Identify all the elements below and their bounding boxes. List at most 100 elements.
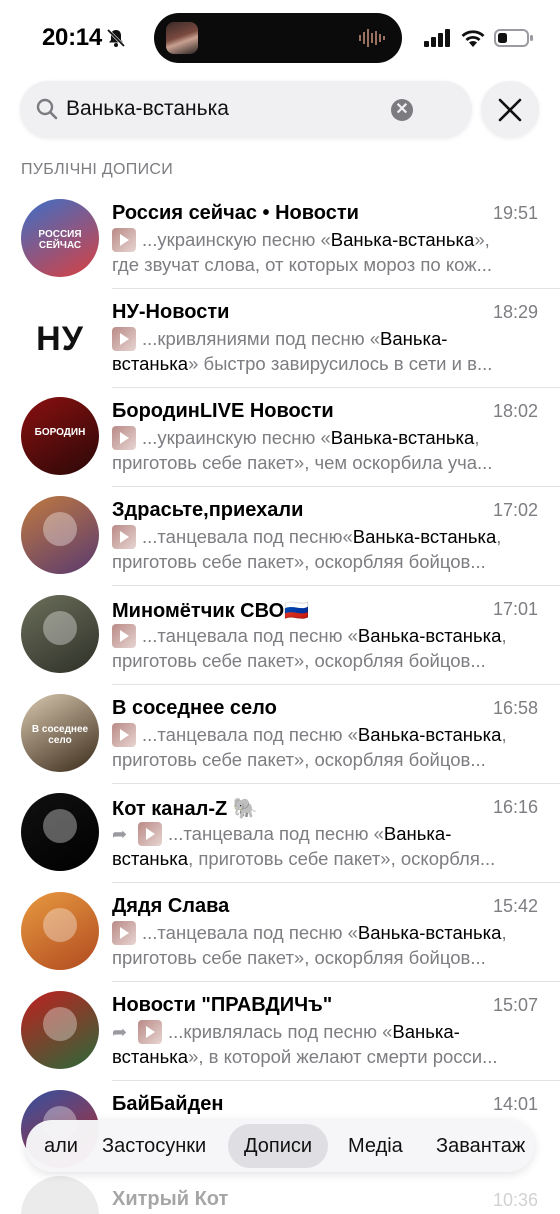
avatar [21,595,99,673]
row-name: БайБайден [112,1093,224,1115]
snippet-text: ...танцевала под песню « [142,724,358,745]
now-playing-thumbnail [166,22,198,54]
play-thumbnail-icon [112,921,136,945]
close-icon [498,98,522,121]
row-snippet-line1: ...танцевала под песню «Ванька-встанька, [112,921,507,945]
avatar-label: БОРОДИН [34,427,86,438]
avatar-face [43,611,77,645]
snippet-text: ...танцевала под песню « [142,625,358,646]
snippet-text: », в которой желают смерти росси... [188,1046,498,1067]
snippet-text: , [496,526,502,547]
close-button[interactable] [481,81,539,138]
snippet-text: », [474,229,490,250]
play-thumbnail-icon [138,822,162,846]
row-name: Дядя Слава [112,895,230,917]
list-item[interactable]: В соседнее село В соседнее село 16:58 ...та… [0,685,560,784]
avatar-label: НУ [36,320,84,358]
row-name: БородинLIVE Новости [112,400,334,422]
row-name: Кот канал-Z 🐘 [112,798,258,820]
tab-apps[interactable]: Застосунки [102,1120,206,1172]
section-title: ПУБЛІЧНІ ДОПИСИ [21,161,174,178]
row-snippet-line1: ...танцевала под песню« Ванька-встанька, [112,525,501,549]
results-list: РОССИЯ СЕЙЧАС Россия сейчас • Новости 19:5… [0,190,560,1180]
status-time: 20:14 [42,24,102,51]
row-time: 19:51 [492,203,538,223]
status-icons [424,26,534,50]
snippet-highlight: Ванька-встанька [357,724,502,745]
list-item[interactable]: РОССИЯ СЕЙЧАС Россия сейчас • Новости 19:5… [0,190,560,289]
list-item[interactable]: Дядя Слава 15:42 ...танцевала под песню «В… [0,883,560,982]
snippet-text: , приготовь себе пакет», оскорбля... [188,848,496,869]
row-time: 17:01 [492,599,538,619]
row-snippet-line1: ➦ ...танцевала под песню «Ванька- [112,822,451,846]
row-name: Хитрый Кот [112,1188,229,1210]
list-item[interactable]: Кот канал-Z 🐘 16:16 ➦ ...танцевала под песн… [0,784,560,883]
play-thumbnail-icon [112,525,136,549]
avatar-label: РОССИЯ СЕЙЧАС [38,229,82,251]
list-item[interactable]: БОРОДИН БородинLIVE Новости 18:02 ...украин… [0,388,560,487]
snippet-text: ...танцевала под песню« [142,526,353,547]
row-snippet-line2: приготовь себе пакет», чем оскорбила уча… [112,452,532,474]
snippet-highlight: Ванька-встанька [357,922,502,943]
tab-media[interactable]: Медіа [348,1120,403,1172]
snippet-text: приготовь себе пакет», оскорбляя бойцов.… [112,551,486,572]
snippet-text: приготовь себе пакет», оскорбляя бойцов.… [112,947,486,968]
search-input[interactable]: Ванька-встанька [66,97,229,121]
play-thumbnail-icon [112,723,136,747]
wifi-icon [461,29,485,47]
row-snippet-line1: ...танцевала под песню «Ванька-встанька, [112,723,507,747]
list-item[interactable]: Миномётчик СВО🇷🇺 17:01 ...танцевала под пе… [0,586,560,685]
row-time: 15:07 [492,995,538,1015]
forward-icon: ➦ [112,823,128,844]
forward-icon: ➦ [112,1021,128,1042]
row-snippet-line2: приготовь себе пакет», оскорбляя бойцов.… [112,749,532,771]
row-snippet-line1: ...танцевала под песню «Ванька-встанька, [112,624,507,648]
row-time: 17:02 [492,500,538,520]
row-snippet-line2: приготовь себе пакет», оскорбляя бойцов.… [112,650,532,672]
avatar [21,892,99,970]
snippet-text: где звучат слова, от которых мороз по ко… [112,254,492,275]
snippet-highlight: Ванька- [380,328,448,349]
avatar: В соседнее село [21,694,99,772]
play-thumbnail-icon [112,327,136,351]
snippet-text: » быстро завирусилось в сети и в... [188,353,493,374]
tab-posts[interactable]: Дописи [228,1124,329,1168]
bell-slash-icon [106,28,126,48]
row-snippet-line2: приготовь себе пакет», оскорбляя бойцов.… [112,947,532,969]
avatar-face [43,908,77,942]
tab-channels[interactable]: али [44,1120,78,1172]
avatar [21,496,99,574]
avatar [21,1176,99,1214]
snippet-text: , [501,625,507,646]
row-time: 15:42 [492,896,538,916]
snippet-highlight: Ванька-встанька [352,526,497,547]
play-thumbnail-icon [112,624,136,648]
list-item-faded[interactable]: Хитрый Кот 10:36 [0,1172,560,1214]
avatar: БОРОДИН [21,397,99,475]
snippet-highlight: Ванька-встанька [330,427,475,448]
list-item[interactable]: НУ НУ-Новости 18:29 ...кривляниями под песн… [0,289,560,388]
list-item[interactable]: Здрасьте,приехали 17:02 ...танцевала под п… [0,487,560,586]
status-bar: 20:14 [0,0,560,76]
snippet-text: ...танцевала под песню « [142,922,358,943]
row-time: 14:01 [492,1094,538,1114]
row-snippet-line2: встанька» быстро завирусилось в сети и в… [112,353,532,375]
row-snippet-line1: ...кривляниями под песню «Ванька- [112,327,447,351]
row-time: 10:36 [492,1190,538,1210]
snippet-text: , [501,922,507,943]
snippet-highlight: Ванька-встанька [330,229,475,250]
avatar-face [43,1007,77,1041]
avatar-face [43,809,77,843]
snippet-highlight: встанька [112,848,189,869]
snippet-text: ...украинскую песню « [142,427,331,448]
avatar-face [43,512,77,546]
snippet-text: приготовь себе пакет», оскорбляя бойцов.… [112,650,486,671]
list-item[interactable]: Новости "ПРАВДИЧъ" 15:07 ➦ ...кривлялась по… [0,982,560,1081]
dynamic-island[interactable] [154,13,402,63]
row-name: Миномётчик СВО🇷🇺 [112,600,310,622]
row-name: Россия сейчас • Новости [112,202,359,224]
clear-icon[interactable]: ✕ [391,99,413,121]
tab-downloads[interactable]: Завантаж [436,1120,525,1172]
snippet-highlight: встанька [112,353,189,374]
avatar: НУ [21,298,99,376]
